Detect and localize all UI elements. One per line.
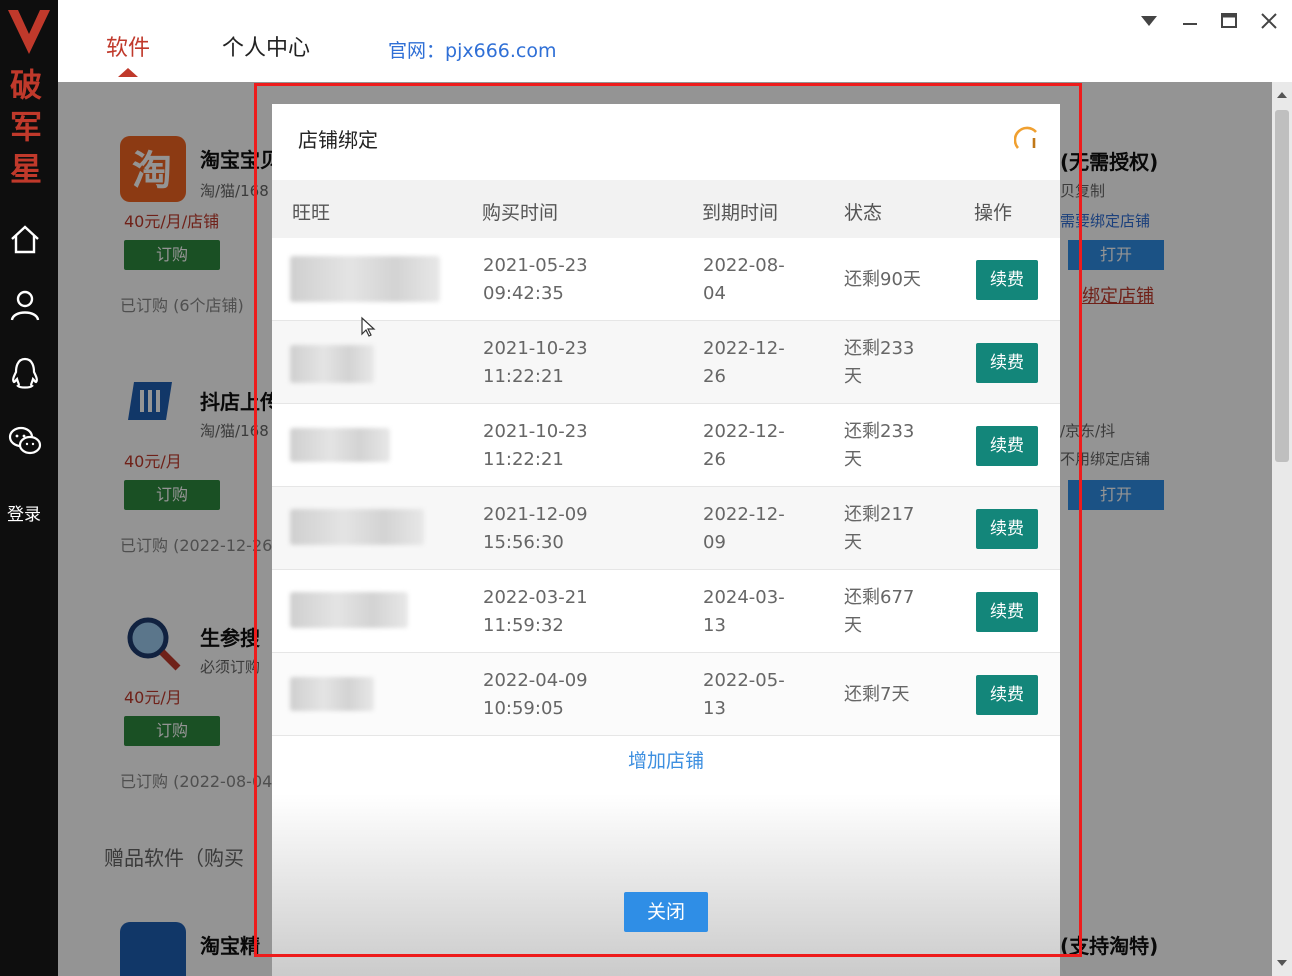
tab-user-center[interactable]: 个人中心 (222, 30, 310, 62)
user-icon[interactable] (8, 288, 42, 322)
brand-name: 破军星 (9, 66, 42, 188)
scroll-down-icon[interactable] (1277, 960, 1287, 966)
minimize-icon[interactable] (1177, 10, 1203, 32)
active-tab-indicator (118, 68, 138, 77)
wechat-icon[interactable] (8, 424, 42, 458)
highlight-frame (254, 83, 1082, 957)
home-icon[interactable] (8, 222, 42, 256)
qq-icon[interactable] (8, 356, 42, 390)
maximize-icon[interactable] (1216, 10, 1242, 32)
scroll-thumb[interactable] (1275, 110, 1289, 462)
login-link[interactable]: 登录 (0, 500, 48, 525)
scroll-up-icon[interactable] (1277, 92, 1287, 98)
close-window-icon[interactable] (1256, 10, 1282, 32)
sidebar: 破军星 登录 (0, 0, 58, 976)
logo-icon (8, 10, 50, 54)
site-link[interactable]: pjx666.com (445, 40, 556, 62)
scrollbar[interactable] (1272, 82, 1292, 976)
site-label: 官网： (388, 40, 446, 62)
dropdown-menu-icon[interactable] (1136, 10, 1162, 32)
top-bar: 软件 个人中心 官网：pjx666.com (58, 0, 1292, 82)
tab-software[interactable]: 软件 (106, 30, 150, 62)
mouse-cursor-icon (361, 316, 376, 337)
official-site: 官网：pjx666.com (388, 36, 556, 63)
